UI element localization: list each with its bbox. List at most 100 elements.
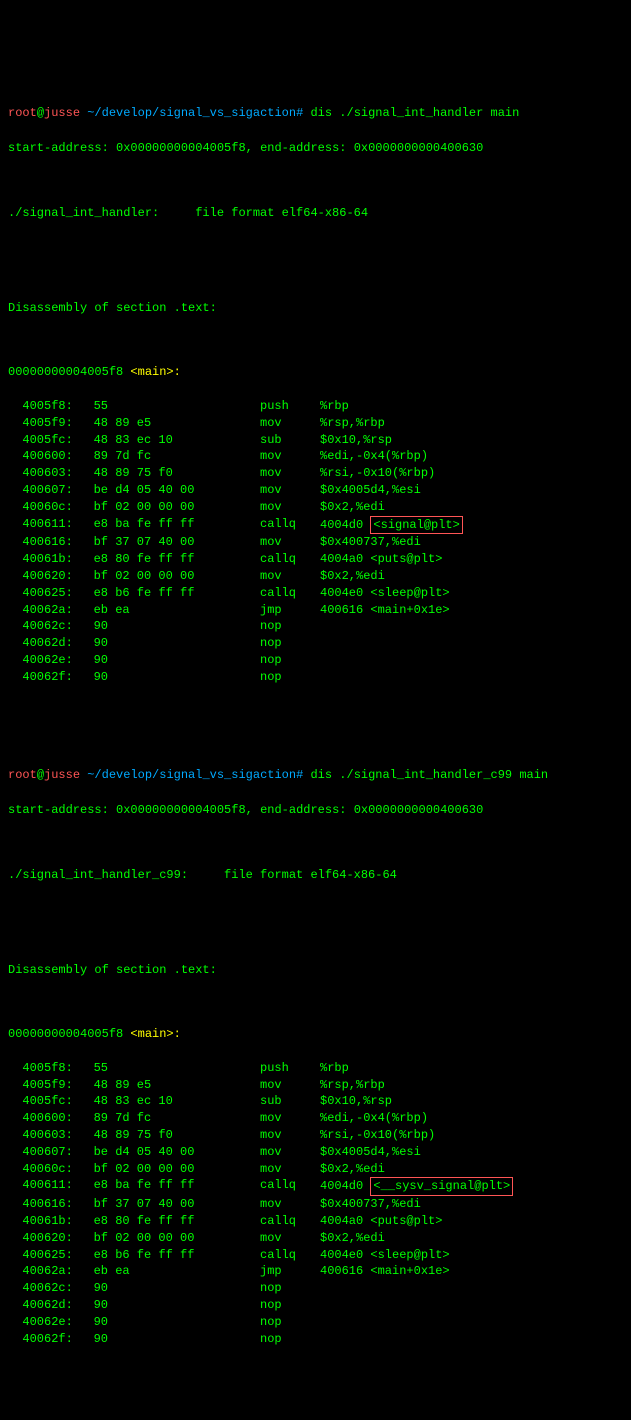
asm-operand xyxy=(320,618,623,635)
asm-addr: 400607: xyxy=(8,1144,72,1161)
asm-mnemonic: mov xyxy=(260,1127,320,1144)
start-addr-label: start-address: xyxy=(8,141,109,155)
asm-operand: 4004a0 <puts@plt> xyxy=(320,1213,623,1230)
asm-addr: 40060c: xyxy=(8,499,72,516)
asm-row: 4005f9: 48 89 e5mov%rsp,%rbp xyxy=(8,1077,623,1094)
asm-hex: bf 02 00 00 00 xyxy=(72,568,260,585)
asm-hex: eb ea xyxy=(72,1263,260,1280)
asm-row: 400616: bf 37 07 40 00mov$0x400737,%edi xyxy=(8,534,623,551)
start-addr: 0x00000000004005f8, xyxy=(116,803,253,817)
prompt-path: ~/develop/signal_vs_sigaction xyxy=(87,768,296,782)
asm-operand xyxy=(320,669,623,686)
asm-hex: e8 80 fe ff ff xyxy=(72,1213,260,1230)
asm-mnemonic: mov xyxy=(260,1144,320,1161)
asm-mnemonic: nop xyxy=(260,669,320,686)
asm-hex: 48 89 e5 xyxy=(72,1077,260,1094)
asm-mnemonic: callq xyxy=(260,1247,320,1264)
asm-row: 40062e: 90nop xyxy=(8,652,623,669)
asm-operand xyxy=(320,1297,623,1314)
asm-hex: bf 37 07 40 00 xyxy=(72,1196,260,1213)
asm-mnemonic: callq xyxy=(260,551,320,568)
asm-row: 400616: bf 37 07 40 00mov$0x400737,%edi xyxy=(8,1196,623,1213)
asm-mnemonic: nop xyxy=(260,1280,320,1297)
asm-hex: bf 02 00 00 00 xyxy=(72,1161,260,1178)
asm-operand: $0x4005d4,%esi xyxy=(320,1144,623,1161)
asm-row: 400603: 48 89 75 f0mov%rsi,-0x10(%rbp) xyxy=(8,465,623,482)
asm-operand xyxy=(320,1314,623,1331)
asm-hex: 89 7d fc xyxy=(72,448,260,465)
asm-hex: 55 xyxy=(72,398,260,415)
asm-addr: 400603: xyxy=(8,465,72,482)
asm-addr: 400611: xyxy=(8,516,72,535)
asm-hex: e8 ba fe ff ff xyxy=(72,516,260,535)
asm-mnemonic: mov xyxy=(260,1161,320,1178)
asm-row: 40062d: 90nop xyxy=(8,635,623,652)
asm-row: 400607: be d4 05 40 00mov$0x4005d4,%esi xyxy=(8,482,623,499)
asm-row: 400600: 89 7d fcmov%edi,-0x4(%rbp) xyxy=(8,448,623,465)
asm-addr: 400625: xyxy=(8,585,72,602)
asm-operand: %rsi,-0x10(%rbp) xyxy=(320,1127,623,1144)
asm-hex: 55 xyxy=(72,1060,260,1077)
asm-mnemonic: callq xyxy=(260,1213,320,1230)
prompt-line-2: root@jusse ~/develop/signal_vs_sigaction… xyxy=(8,767,623,784)
asm-row: 40062a: eb eajmp400616 <main+0x1e> xyxy=(8,1263,623,1280)
asm-row: 400611: e8 ba fe ff ffcallq4004d0 <__sys… xyxy=(8,1177,623,1196)
asm-mnemonic: mov xyxy=(260,482,320,499)
asm-operand: 4004a0 <puts@plt> xyxy=(320,551,623,568)
asm-hex: bf 02 00 00 00 xyxy=(72,1230,260,1247)
asm-row: 40062f: 90nop xyxy=(8,1331,623,1348)
asm-mnemonic: nop xyxy=(260,652,320,669)
asm-mnemonic: nop xyxy=(260,1331,320,1348)
func-name: <main>: xyxy=(130,365,180,379)
end-addr: 0x0000000000400630 xyxy=(354,141,484,155)
asm-row: 400607: be d4 05 40 00mov$0x4005d4,%esi xyxy=(8,1144,623,1161)
asm-row: 40061b: e8 80 fe ff ffcallq4004a0 <puts@… xyxy=(8,1213,623,1230)
asm-row: 400625: e8 b6 fe ff ffcallq4004e0 <sleep… xyxy=(8,585,623,602)
asm-addr: 40062f: xyxy=(8,669,72,686)
asm-row: 40060c: bf 02 00 00 00mov$0x2,%edi xyxy=(8,499,623,516)
asm-hex: e8 80 fe ff ff xyxy=(72,551,260,568)
asm-addr: 40062f: xyxy=(8,1331,72,1348)
asm-mnemonic: mov xyxy=(260,568,320,585)
asm-mnemonic: push xyxy=(260,1060,320,1077)
asm-hex: 90 xyxy=(72,1297,260,1314)
asm-mnemonic: nop xyxy=(260,635,320,652)
addr-range-line: start-address: 0x00000000004005f8, end-a… xyxy=(8,802,623,819)
asm-operand: %rsp,%rbp xyxy=(320,415,623,432)
asm-mnemonic: mov xyxy=(260,415,320,432)
asm-row: 40062c: 90nop xyxy=(8,618,623,635)
asm-hex: e8 ba fe ff ff xyxy=(72,1177,260,1196)
prompt-cmd: dis ./signal_int_handler main xyxy=(310,106,519,120)
asm-row: 400625: e8 b6 fe ff ffcallq4004e0 <sleep… xyxy=(8,1247,623,1264)
asm-hex: e8 b6 fe ff ff xyxy=(72,1247,260,1264)
asm-mnemonic: mov xyxy=(260,465,320,482)
asm-addr: 4005f8: xyxy=(8,398,72,415)
asm-operand: 4004d0 <signal@plt> xyxy=(320,516,623,535)
asm-hex: be d4 05 40 00 xyxy=(72,482,260,499)
asm-hex: 48 83 ec 10 xyxy=(72,1093,260,1110)
asm-addr: 400600: xyxy=(8,448,72,465)
asm-addr: 40062a: xyxy=(8,1263,72,1280)
asm-operand: 400616 <main+0x1e> xyxy=(320,602,623,619)
asm-mnemonic: mov xyxy=(260,448,320,465)
asm-addr: 4005fc: xyxy=(8,432,72,449)
asm-row: 4005f9: 48 89 e5mov%rsp,%rbp xyxy=(8,415,623,432)
asm-hex: bf 02 00 00 00 xyxy=(72,499,260,516)
asm-mnemonic: mov xyxy=(260,1196,320,1213)
asm-mnemonic: mov xyxy=(260,1077,320,1094)
func-name: <main>: xyxy=(130,1027,180,1041)
asm-hex: 90 xyxy=(72,1331,260,1348)
end-addr-label: end-address: xyxy=(260,141,346,155)
start-addr-label: start-address: xyxy=(8,803,109,817)
asm-operand: %edi,-0x4(%rbp) xyxy=(320,1110,623,1127)
asm-row: 400620: bf 02 00 00 00mov$0x2,%edi xyxy=(8,568,623,585)
prompt-line-1: root@jusse ~/develop/signal_vs_sigaction… xyxy=(8,105,623,122)
asm-addr: 4005f9: xyxy=(8,415,72,432)
asm-mnemonic: sub xyxy=(260,432,320,449)
asm-mnemonic: jmp xyxy=(260,602,320,619)
file-format-line: ./signal_int_handler_c99: file format el… xyxy=(8,867,623,884)
asm-hex: 90 xyxy=(72,1314,260,1331)
asm-addr: 400611: xyxy=(8,1177,72,1196)
asm-operand: $0x2,%edi xyxy=(320,499,623,516)
asm-mnemonic: push xyxy=(260,398,320,415)
